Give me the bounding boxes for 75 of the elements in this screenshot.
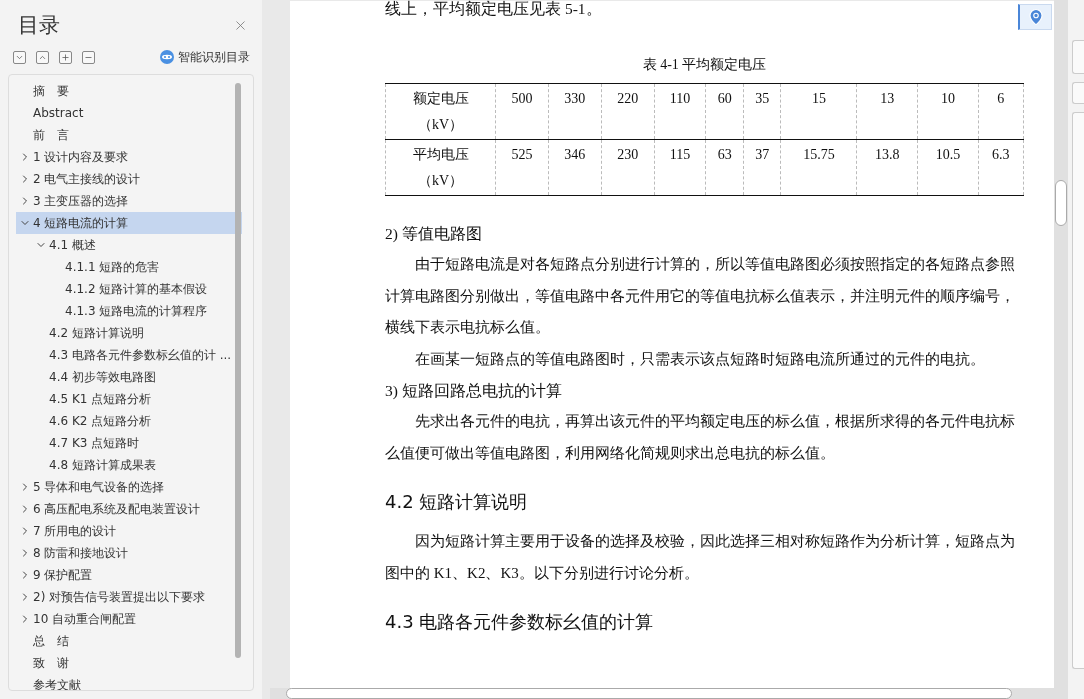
paragraph: 在画某一短路点的等值电路图时，只需表示该点短路时短路电流所通过的元件的电抗。: [414, 349, 986, 369]
add-button[interactable]: [59, 50, 72, 64]
toc-item[interactable]: 4.1.1 短路的危害: [16, 256, 242, 278]
table-cell: 115: [669, 147, 691, 162]
table-cell: 330: [564, 91, 586, 106]
toc-item[interactable]: 参考文献: [16, 674, 242, 690]
paragraph: 因为短路计算主要用于设备的选择及校验，因此选择三相对称短路作为分析计算，短路点为图中的 K1、K2、K3。以下分别进行讨论分析。: [385, 532, 1016, 583]
toc-item[interactable]: Abstract: [16, 102, 242, 124]
collapse-all-button[interactable]: [36, 50, 49, 64]
list-heading: 2) 等值电路图: [385, 225, 482, 242]
table-cell: 220: [617, 91, 639, 106]
table-cell: 60: [717, 91, 732, 106]
expand-all-button[interactable]: [13, 50, 26, 64]
table-caption: 表 4-1 平均额定电压: [642, 57, 767, 72]
unit-label: （kV）: [416, 172, 465, 190]
toc-item[interactable]: 4.3 电路各元件参数标幺值的计 ...: [16, 344, 242, 366]
table-cell: 10: [940, 91, 955, 106]
scrollbar-thumb[interactable]: [1055, 180, 1067, 226]
toc-item[interactable]: 总 结: [16, 630, 242, 652]
table-cell: 35: [755, 91, 770, 106]
list-heading: 3) 短路回路总电抗的计算: [385, 382, 562, 399]
toc-item[interactable]: 摘 要: [16, 80, 242, 102]
toc-item[interactable]: 4.1.2 短路计算的基本假设: [16, 278, 242, 300]
toc-item[interactable]: 4.6 K2 点短路分析: [16, 410, 242, 432]
section-heading: 4.3 电路各元件参数标幺值的计算: [385, 611, 654, 632]
toc-item[interactable]: 致 谢: [16, 652, 242, 674]
toc-item[interactable]: 8 防雷和接地设计: [16, 542, 242, 564]
map-pin-icon: [1026, 8, 1045, 26]
row-header: 平均电压: [411, 146, 470, 164]
table-cell: 230: [617, 147, 639, 162]
toc-item[interactable]: 6 高压配电系统及配电装置设计: [16, 498, 242, 520]
table-cell: 500: [511, 91, 533, 106]
paragraph: 由于短路电流是对各短路点分别进行计算的，所以等值电路图必须按照指定的各短路点参照计算电路图分别做出，等值电路中各元件用它的等值电抗标么值表示，并注明元件的顺序编号，横线下表示电抗标么值。: [385, 255, 1016, 337]
body-text: 线上，平均额定电压见表 5-1。: [385, 1, 603, 17]
table-cell: 6.3: [992, 147, 1010, 162]
remove-button[interactable]: [82, 50, 95, 64]
table-cell: 110: [669, 91, 691, 106]
toc-item[interactable]: 3 主变压器的选择: [16, 190, 242, 212]
table-cell: 63: [717, 147, 732, 162]
toc-item[interactable]: 4.5 K1 点短路分析: [16, 388, 242, 410]
toc-item[interactable]: 9 保护配置: [16, 564, 242, 586]
vertical-scrollbar[interactable]: [1054, 0, 1068, 688]
plus-icon: [61, 52, 70, 62]
smart-toc-button[interactable]: 智能识别目录: [160, 48, 250, 66]
table-cell: 6: [997, 91, 1005, 106]
section-heading: 4.2 短路计算说明: [385, 491, 528, 512]
toc-item[interactable]: 4.4 初步等效电路图: [16, 366, 242, 388]
table-cell: 525: [511, 147, 533, 162]
unit-label: （kV）: [416, 116, 465, 134]
table-cell: 15.75: [803, 147, 835, 162]
toc-item[interactable]: 4.2 短路计算说明: [16, 322, 242, 344]
table-cell: 346: [564, 147, 586, 162]
scrollbar-thumb[interactable]: [235, 83, 241, 658]
paragraph: 先求出各元件的电抗，再算出该元件的平均额定电压的标么值，根据所求得的各元件电抗标么值便可做出等值电路图，利用网络化简规则求出总电抗的标么值。: [385, 412, 1016, 463]
toc-item[interactable]: 7 所用电的设计: [16, 520, 242, 542]
row-header: 额定电压: [411, 90, 470, 108]
toc-item[interactable]: 4.8 短路计算成果表: [16, 454, 242, 476]
toc-item[interactable]: 4.7 K3 点短路时: [16, 432, 242, 454]
toc-item[interactable]: 1 设计内容及要求: [16, 146, 242, 168]
toc-item[interactable]: 10 自动重合闸配置: [16, 608, 242, 630]
table-cell: 13: [880, 91, 895, 106]
table-cell: 37: [755, 147, 770, 162]
toc-item[interactable]: 4.1 概述: [16, 234, 242, 256]
table-cell: 10.5: [935, 147, 961, 162]
location-button[interactable]: [1018, 4, 1052, 30]
toc-item[interactable]: 4.1.3 短路电流的计算程序: [16, 300, 242, 322]
panel-title: 目录: [18, 12, 60, 39]
table-cell: 15: [811, 91, 826, 106]
dots-icon: [160, 50, 174, 64]
table-cell: 13.8: [875, 147, 900, 162]
toc-item[interactable]: 2 电气主接线的设计: [16, 168, 242, 190]
toc-item[interactable]: 2) 对预告信号装置提出以下要求: [16, 586, 242, 608]
toc-item[interactable]: 前 言: [16, 124, 242, 146]
toc-item[interactable]: 4 短路电流的计算: [16, 212, 242, 234]
toc-item[interactable]: 5 导体和电气设备的选择: [16, 476, 242, 498]
